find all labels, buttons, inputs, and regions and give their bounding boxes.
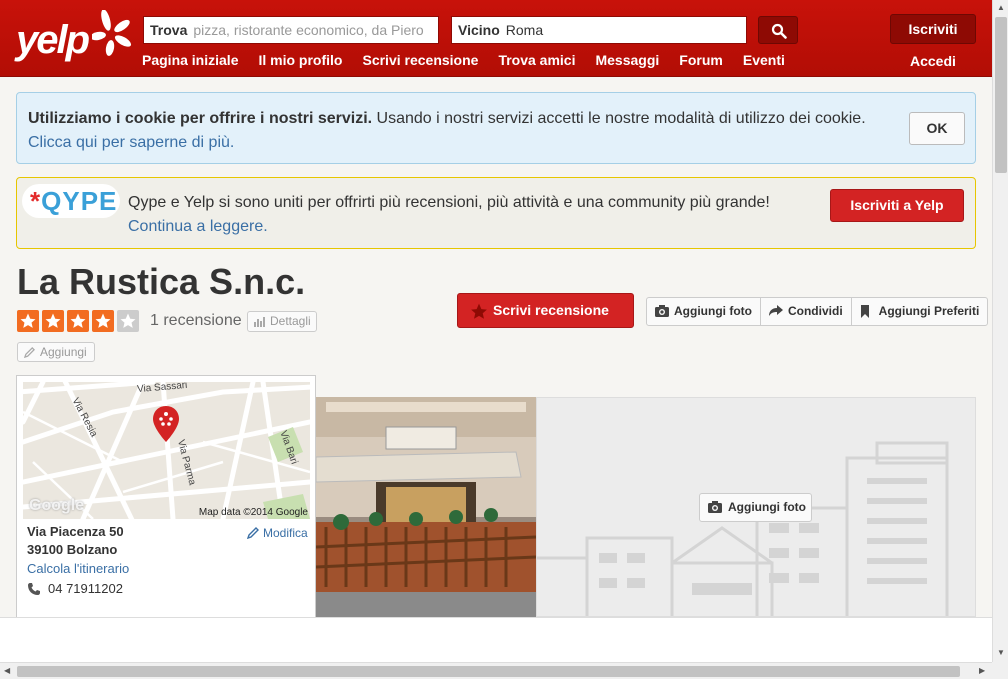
details-label: Dettagli	[270, 314, 311, 328]
find-label: Trova	[150, 22, 188, 38]
bookmark-action-label: Aggiungi Preferiti	[878, 304, 980, 318]
star-icon	[92, 310, 114, 332]
photo-placeholder: Aggiungi foto	[536, 397, 976, 617]
signup-button[interactable]: Iscriviti	[890, 14, 976, 44]
add-photo-action[interactable]: Aggiungi foto	[647, 298, 761, 325]
yelp-burst-icon	[92, 10, 132, 56]
cookie-bold-text: Utilizziamo i cookie per offrire i nostr…	[28, 110, 373, 127]
cookie-text: Utilizziamo i cookie per offrire i nostr…	[28, 107, 898, 155]
camera-icon	[655, 305, 669, 317]
storefront-photo[interactable]	[316, 397, 536, 617]
star-rating	[17, 310, 139, 332]
nav-home[interactable]: Pagina iniziale	[142, 52, 238, 68]
add-photo-action-label: Aggiungi foto	[674, 304, 752, 318]
main-nav: Pagina iniziale Il mio profilo Scrivi re…	[142, 52, 785, 68]
review-count[interactable]: 1 recensione	[150, 312, 242, 330]
horizontal-scroll-thumb[interactable]	[17, 666, 960, 677]
qype-continue-link[interactable]: Continua a leggere.	[128, 218, 268, 235]
star-icon	[17, 310, 39, 332]
bookmark-action[interactable]: Aggiungi Preferiti	[852, 298, 988, 325]
scroll-down-icon[interactable]: ▼	[997, 648, 1005, 657]
add-photo-button[interactable]: Aggiungi foto	[699, 493, 812, 522]
star-icon	[471, 303, 487, 319]
camera-icon	[708, 501, 722, 513]
qype-message: Qype e Yelp si sono uniti per offrirti p…	[128, 194, 770, 211]
pencil-icon	[24, 347, 35, 358]
address-city: 39100 Bolzano	[27, 542, 118, 557]
nav-forum[interactable]: Forum	[679, 52, 723, 68]
near-label: Vicino	[458, 22, 500, 38]
cookie-ok-button[interactable]: OK	[909, 112, 965, 145]
qype-banner: *QYPE Qype e Yelp si sono uniti per offr…	[16, 177, 976, 249]
business-actions: Aggiungi foto Condividi Aggiungi Preferi…	[646, 297, 989, 326]
nav-write-review[interactable]: Scrivi recensione	[362, 52, 478, 68]
business-address: Via Piacenza 50 39100 Bolzano	[27, 523, 124, 559]
storefront-image	[316, 397, 536, 617]
star-empty-icon	[117, 310, 139, 332]
yelp-logo[interactable]: yelp	[14, 10, 132, 68]
map-credit: Map data ©2014 Google	[198, 507, 308, 518]
add-info-label: Aggiungi	[40, 345, 87, 359]
nav-events[interactable]: Eventi	[743, 52, 785, 68]
add-info-button[interactable]: Aggiungi	[17, 342, 95, 362]
logo-wordmark: yelp	[16, 18, 90, 62]
write-review-label: Scrivi recensione	[493, 302, 609, 318]
horizontal-scrollbar[interactable]: ◀ ▶	[0, 662, 992, 679]
login-link[interactable]: Accedi	[910, 53, 956, 69]
directions-link[interactable]: Calcola l'itinerario	[27, 561, 129, 576]
business-phone: 04 71911202	[27, 581, 123, 596]
add-photo-label: Aggiungi foto	[728, 500, 806, 514]
near-field[interactable]: Vicino Roma	[451, 16, 747, 44]
google-watermark: Google	[29, 497, 85, 514]
nav-profile[interactable]: Il mio profilo	[258, 52, 342, 68]
share-action-label: Condividi	[787, 304, 843, 318]
write-review-button[interactable]: Scrivi recensione	[457, 293, 634, 328]
phone-icon	[28, 583, 40, 595]
business-name: La Rustica S.n.c.	[17, 261, 306, 302]
find-field[interactable]: Trova pizza, ristorante economico, da Pie…	[143, 16, 439, 44]
bookmark-icon	[860, 305, 869, 318]
modify-label: Modifica	[263, 526, 308, 540]
modify-link[interactable]: Modifica	[247, 526, 308, 540]
phone-number: 04 71911202	[48, 581, 123, 596]
header-bar: yelp Trova pizza, ristorante economico, d…	[0, 0, 992, 77]
search-icon	[771, 23, 787, 39]
nav-messages[interactable]: Messaggi	[595, 52, 659, 68]
pencil-icon	[247, 527, 259, 539]
search-button[interactable]	[758, 16, 798, 44]
star-icon	[67, 310, 89, 332]
vertical-scrollbar[interactable]: ▲ ▼	[992, 0, 1008, 662]
scroll-right-icon[interactable]: ▶	[979, 666, 985, 675]
scroll-left-icon[interactable]: ◀	[4, 666, 10, 675]
map-view[interactable]: Via Sassari Via Resia Via Parma Via Bari…	[23, 382, 310, 519]
bar-chart-icon	[254, 317, 265, 327]
map-card: Via Sassari Via Resia Via Parma Via Bari…	[16, 375, 316, 638]
scroll-up-icon[interactable]: ▲	[997, 3, 1005, 12]
join-yelp-button[interactable]: Iscriviti a Yelp	[830, 189, 964, 222]
qype-text: Qype e Yelp si sono uniti per offrirti p…	[128, 191, 818, 239]
share-action[interactable]: Condividi	[761, 298, 852, 325]
share-arrow-icon	[768, 305, 783, 316]
near-value: Roma	[505, 22, 544, 38]
cookie-learn-more-link[interactable]: Clicca qui per saperne di più.	[28, 134, 234, 151]
qype-logo-text: QYPE	[41, 186, 118, 216]
cookie-body-text: Usando i nostri servizi accetti le nostr…	[372, 110, 866, 127]
vertical-scroll-thumb[interactable]	[995, 17, 1007, 173]
star-icon	[42, 310, 64, 332]
find-placeholder: pizza, ristorante economico, da Piero	[193, 22, 424, 38]
qype-logo: *QYPE	[22, 184, 120, 218]
scrollbar-corner	[992, 662, 1008, 679]
cookie-banner: Utilizziamo i cookie per offrire i nostr…	[16, 92, 976, 164]
address-street: Via Piacenza 50	[27, 524, 124, 539]
details-button[interactable]: Dettagli	[247, 311, 317, 332]
content-strip	[0, 617, 992, 662]
nav-find-friends[interactable]: Trova amici	[498, 52, 575, 68]
